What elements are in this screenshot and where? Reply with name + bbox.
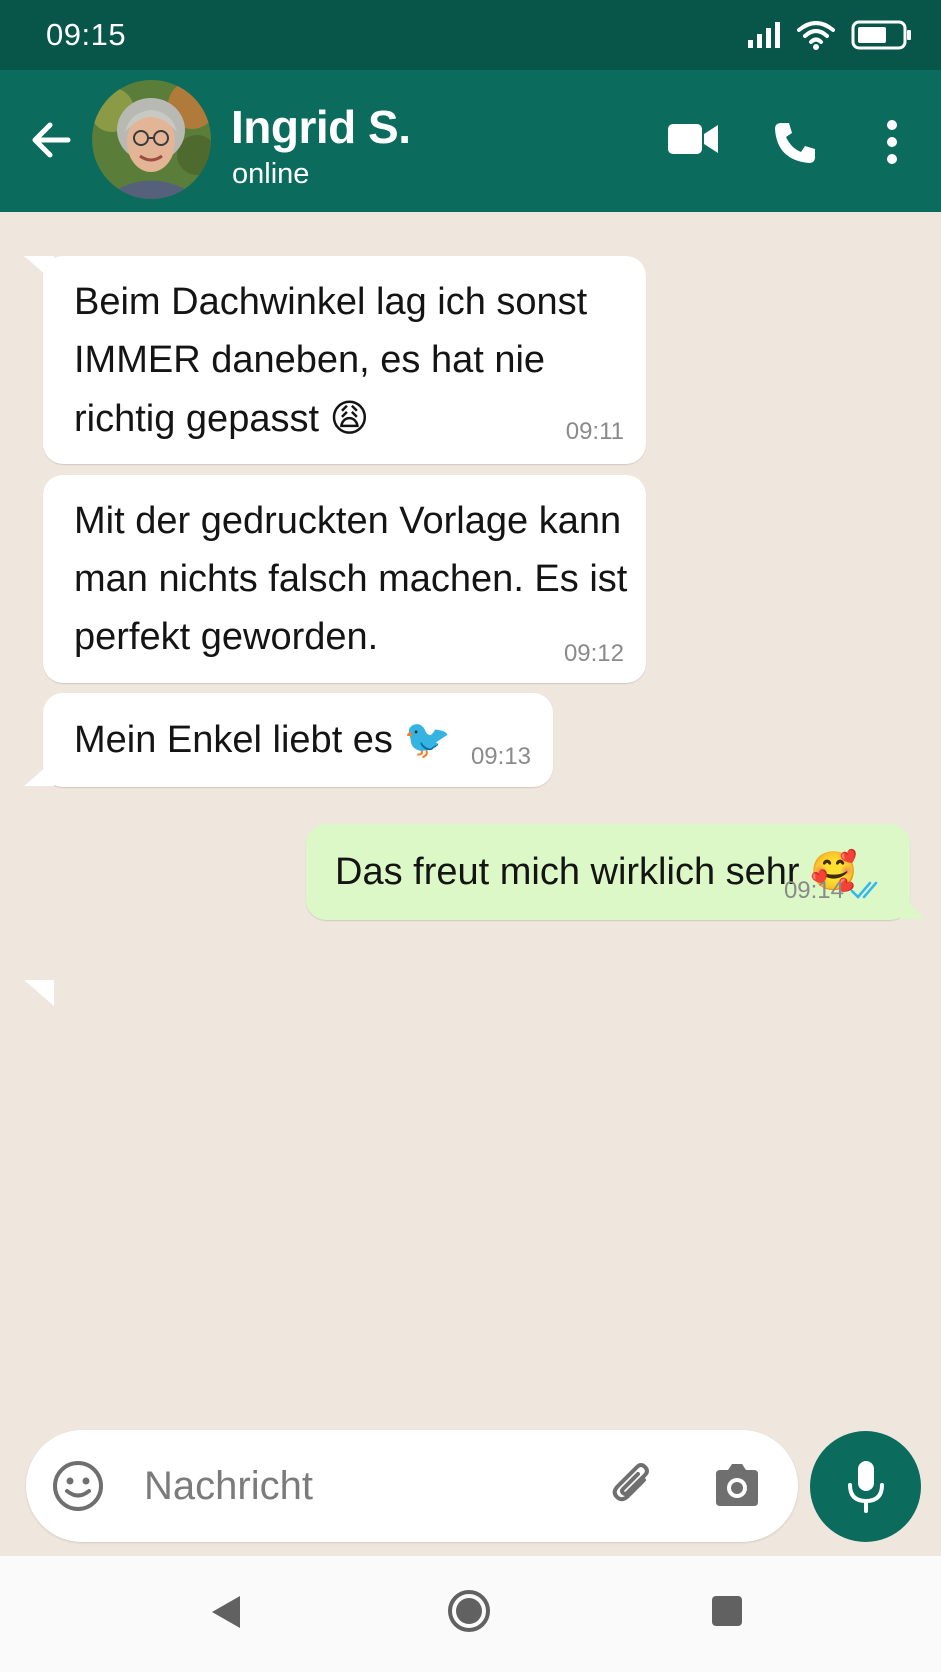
more-vertical-icon[interactable]: [886, 120, 898, 164]
message-text: Das freut mich wirklich sehr 🥰: [335, 849, 858, 893]
avatar[interactable]: [92, 80, 211, 199]
status-icons: [747, 20, 913, 50]
status-bar: 09:15: [0, 0, 941, 70]
signal-icon: [748, 22, 780, 48]
message-bubble-outgoing[interactable]: Das freut mich wirklich sehr 🥰 09:14: [306, 824, 910, 920]
microphone-icon: [847, 1460, 884, 1513]
message-time: 09:13: [470, 743, 531, 770]
message-list[interactable]: Beim Dachwinkel lag ich sonst IMMER dane…: [0, 212, 941, 1430]
microphone-button[interactable]: [810, 1431, 921, 1542]
message-bubble-incoming[interactable]: Mit der gedruckten Vorlage kann man nich…: [43, 475, 646, 683]
camera-icon[interactable]: [716, 1464, 758, 1506]
system-nav-bar: [0, 1556, 941, 1672]
chat-header: Ingrid S. online: [0, 70, 941, 212]
bubble-tail: [24, 760, 54, 786]
message-input-bar: Nachricht: [26, 1430, 798, 1542]
bird-emoji: 🐦: [403, 717, 451, 761]
weary-face-emoji: 😩: [329, 396, 370, 440]
contact-status: online: [232, 158, 310, 190]
battery-icon: [851, 20, 911, 50]
phone-icon[interactable]: [772, 120, 818, 166]
paperclip-icon[interactable]: [608, 1460, 660, 1512]
back-arrow-icon[interactable]: [28, 116, 76, 164]
smiley-icon[interactable]: [52, 1460, 104, 1512]
contact-name[interactable]: Ingrid S.: [231, 100, 411, 154]
video-camera-icon[interactable]: [668, 122, 718, 156]
nav-back-icon[interactable]: [208, 1594, 242, 1630]
bubble-tail: [24, 980, 54, 1006]
nav-recents-icon[interactable]: [711, 1595, 743, 1627]
message-time: 09:12: [563, 640, 624, 667]
message-input[interactable]: Nachricht: [144, 1464, 313, 1509]
status-time: 09:15: [46, 17, 127, 52]
double-check-icon: [850, 881, 878, 899]
message-text: Mit der gedruckten Vorlage kann man nich…: [74, 500, 628, 658]
message-time: 09:11: [565, 418, 624, 445]
nav-home-icon[interactable]: [447, 1589, 491, 1633]
message-bubble-incoming[interactable]: Mein Enkel liebt es 🐦 09:13: [43, 693, 553, 787]
bubble-tail: [900, 893, 924, 919]
wifi-icon: [797, 21, 835, 50]
message-text: Mein Enkel liebt es 🐦: [74, 717, 451, 761]
message-time: 09:14: [783, 877, 844, 904]
message-bubble-incoming[interactable]: Beim Dachwinkel lag ich sonst IMMER dane…: [43, 256, 646, 464]
message-text: Beim Dachwinkel lag ich sonst IMMER dane…: [74, 281, 588, 440]
